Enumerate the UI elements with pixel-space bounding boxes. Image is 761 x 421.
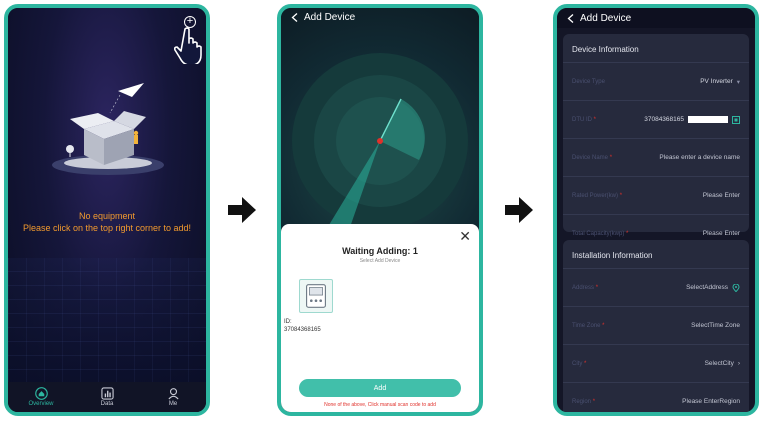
field-value: SelectCity › bbox=[704, 360, 740, 367]
device-card[interactable] bbox=[299, 279, 333, 313]
field-label: Rated Power(kw) * bbox=[572, 192, 623, 199]
manual-scan-link[interactable]: None of the above, Click manual scan cod… bbox=[281, 402, 479, 408]
device-id-text: ID: 37084368165 bbox=[284, 318, 321, 334]
field-label: City * bbox=[572, 360, 587, 367]
tab-data-label: Data bbox=[100, 401, 114, 407]
field-value: 37084368165 bbox=[644, 115, 740, 124]
field-placeholder: Please Enter bbox=[702, 192, 740, 199]
back-chevron-icon[interactable] bbox=[567, 13, 574, 23]
inverter-device-icon bbox=[306, 284, 326, 308]
close-icon[interactable]: ✕ bbox=[459, 228, 471, 245]
phone-screen-scanning: Add Device ✕ Waiting Adding: 1 Select Ad… bbox=[277, 4, 483, 416]
phone-screen-device-form: Add Device Device Information Device Typ… bbox=[553, 4, 759, 416]
device-id-value: 37084368165 bbox=[284, 327, 321, 333]
field-value: Please EnterRegion bbox=[682, 398, 740, 405]
tab-overview-label: Overview bbox=[28, 401, 54, 407]
field-label: Region * bbox=[572, 398, 596, 405]
scan-code-icon[interactable] bbox=[732, 115, 740, 124]
redaction-mask bbox=[688, 116, 728, 123]
field-label: DTU ID * bbox=[572, 116, 597, 123]
home-icon bbox=[34, 387, 48, 400]
location-pin-icon[interactable] bbox=[732, 283, 740, 292]
chart-icon bbox=[100, 387, 114, 400]
empty-box-illustration bbox=[52, 83, 164, 175]
flow-arrow-right-icon bbox=[505, 197, 533, 223]
field-rated-power[interactable]: Rated Power(kw) * Please Enter bbox=[563, 176, 749, 214]
screen-header: Add Device bbox=[557, 8, 755, 28]
pointing-hand-icon bbox=[174, 27, 202, 64]
waiting-adding-sheet: ✕ Waiting Adding: 1 Select Add Device ID… bbox=[281, 224, 479, 412]
floor-grid bbox=[8, 258, 206, 398]
empty-hint: Please click on the top right corner to … bbox=[22, 223, 192, 233]
section-title: Device Information bbox=[572, 45, 639, 54]
tab-data[interactable]: Data bbox=[82, 387, 132, 407]
device-information-card: Device Information Device Type PV Invert… bbox=[563, 34, 749, 237]
field-device-type[interactable]: Device Type PV Inverter ▾ bbox=[563, 62, 749, 100]
bottom-tab-bar: Overview Data Me bbox=[8, 382, 206, 412]
header-title: Add Device bbox=[304, 12, 356, 23]
installation-information-card: Installation Information Address * Selec… bbox=[563, 240, 749, 412]
radar-scan-animation bbox=[292, 53, 468, 230]
phone-screen-overview: + No equipment Please click on the top r… bbox=[4, 4, 210, 416]
field-label: Total Capacity(kwp) * bbox=[572, 230, 629, 237]
waiting-title: Waiting Adding: 1 bbox=[342, 246, 418, 256]
field-dtu-id[interactable]: DTU ID * 37084368165 bbox=[563, 100, 749, 138]
screen-header: Add Device bbox=[291, 12, 355, 23]
field-label: Time Zone * bbox=[572, 322, 605, 329]
field-label: Device Name * bbox=[572, 154, 613, 161]
field-city[interactable]: City * SelectCity › bbox=[563, 344, 749, 382]
field-value: PV Inverter ▾ bbox=[700, 78, 740, 86]
empty-title: No equipment bbox=[78, 211, 136, 221]
field-placeholder: Please enter a device name bbox=[659, 154, 740, 161]
field-region[interactable]: Region * Please EnterRegion bbox=[563, 382, 749, 412]
user-icon bbox=[167, 388, 179, 400]
field-time-zone[interactable]: Time Zone * SelectTime Zone bbox=[563, 306, 749, 344]
field-placeholder: Please Enter bbox=[702, 230, 740, 237]
field-address[interactable]: Address * SelectAddress bbox=[563, 268, 749, 306]
chevron-down-icon: ▾ bbox=[736, 78, 740, 86]
section-title: Installation Information bbox=[572, 251, 653, 260]
field-device-name[interactable]: Device Name * Please enter a device name bbox=[563, 138, 749, 176]
tab-me[interactable]: Me bbox=[148, 387, 198, 407]
tab-overview[interactable]: Overview bbox=[16, 387, 66, 407]
field-value: SelectTime Zone bbox=[691, 322, 740, 329]
flow-arrow-right-icon bbox=[228, 197, 256, 223]
back-chevron-icon[interactable] bbox=[291, 13, 298, 22]
field-label: Address * bbox=[572, 284, 599, 291]
header-title: Add Device bbox=[580, 12, 632, 24]
empty-state-message: No equipment Please click on the top rig… bbox=[8, 210, 206, 234]
chevron-right-icon: › bbox=[737, 360, 740, 367]
tab-me-label: Me bbox=[168, 401, 178, 407]
waiting-subtitle: Select Add Device bbox=[359, 258, 401, 264]
add-button[interactable]: Add bbox=[299, 379, 461, 397]
field-label: Device Type bbox=[572, 78, 605, 85]
field-value: SelectAddress bbox=[686, 283, 740, 292]
device-id-label: ID: bbox=[284, 319, 292, 325]
